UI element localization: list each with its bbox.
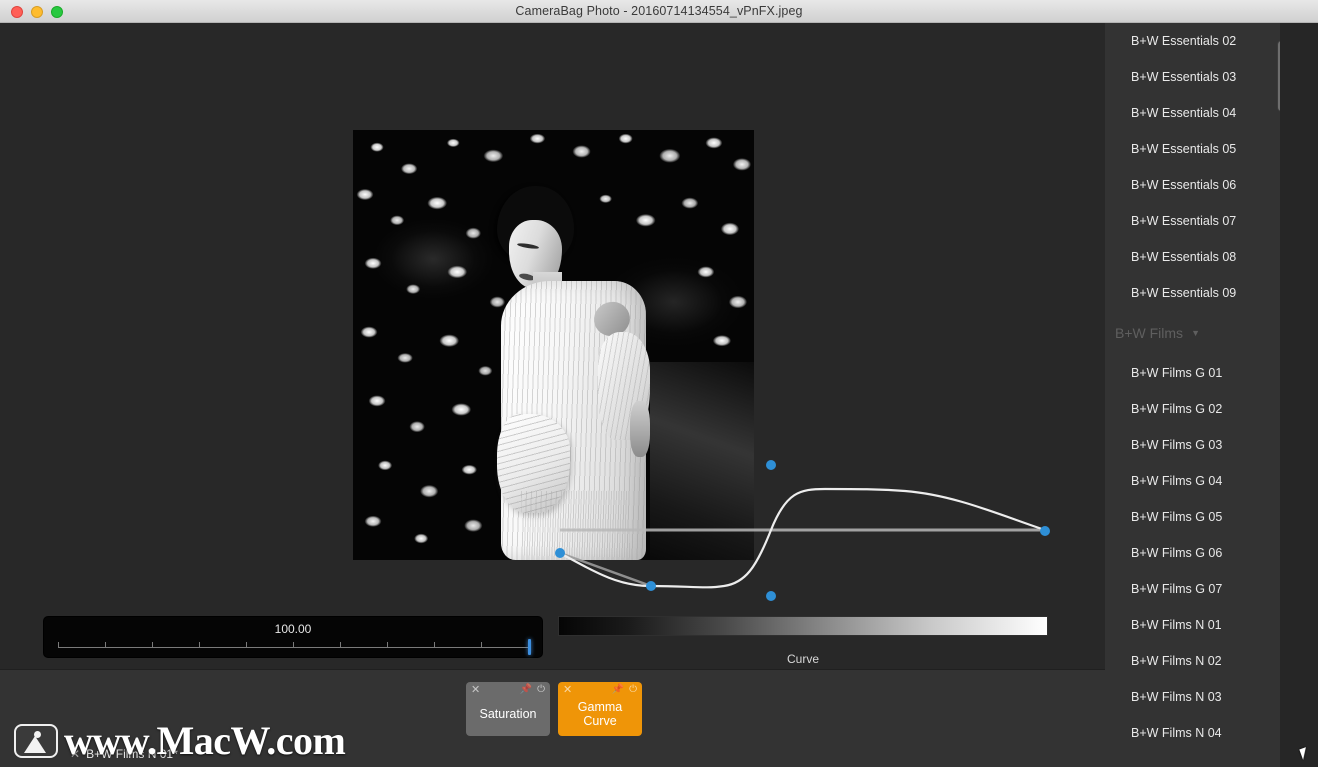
preset-list-item[interactable]: B+W Films G 04 — [1105, 463, 1280, 499]
curve-control-point[interactable] — [766, 591, 776, 601]
photo-image[interactable] — [353, 130, 754, 560]
slider-tick — [340, 642, 341, 648]
preset-list-item[interactable]: B+W Films N 02 — [1105, 643, 1280, 679]
window-title: CameraBag Photo - 20160714134554_vPnFX.j… — [515, 4, 803, 18]
power-icon[interactable]: ⏻ — [629, 685, 637, 695]
presets-panel[interactable]: B+W Essentials 02 B+W Essentials 03 B+W Es… — [1105, 23, 1280, 767]
filter-tile-icons: ✕ 📌 ⏻ — [558, 682, 642, 698]
photo-vignette — [353, 130, 754, 560]
amount-slider[interactable]: 100.00 — [43, 616, 543, 658]
curve-gradient-bar[interactable] — [558, 616, 1048, 636]
filter-bar: ✕ 📌 ⏻ Saturation ✕ 📌 ⏻ Gamma Curve ✕ B+W… — [0, 669, 1105, 767]
slider-tick — [481, 642, 482, 648]
preset-list-item[interactable]: B+W Films N 04 — [1105, 715, 1280, 751]
curve-control-group: Curve — [558, 616, 1048, 666]
slider-tick — [293, 642, 294, 648]
slider-tick — [246, 642, 247, 648]
pin-icon[interactable]: 📌 — [612, 685, 624, 695]
curve-control-point[interactable] — [1040, 526, 1050, 536]
filter-tile-icons: ✕ 📌 ⏻ — [466, 682, 550, 698]
slider-tick — [387, 642, 388, 648]
preset-list-item[interactable]: B+W Films G 03 — [1105, 427, 1280, 463]
preset-list-item[interactable]: B+W Films G 01 — [1105, 355, 1280, 391]
close-icon[interactable]: ✕ — [471, 684, 480, 696]
preset-list-item[interactable]: B+W Essentials 04 — [1105, 95, 1280, 131]
slider-tick — [58, 642, 59, 648]
preset-list-item[interactable]: B+W Films G 02 — [1105, 391, 1280, 427]
photo-canvas[interactable]: 100.00 Amount Curve — [0, 23, 1105, 669]
close-window-button[interactable] — [11, 5, 23, 18]
watermark-logo-icon — [14, 724, 58, 758]
filter-tile-label: Gamma Curve — [578, 700, 622, 728]
watermark: www.MacW.com — [14, 718, 346, 763]
minimize-window-button[interactable] — [31, 5, 43, 18]
preset-list-item[interactable]: B+W Essentials 09 — [1105, 275, 1280, 311]
curve-control-point[interactable] — [766, 460, 776, 470]
filter-tile-list: ✕ 📌 ⏻ Saturation ✕ 📌 ⏻ Gamma Curve — [466, 682, 642, 736]
filter-tile-label-line1: Gamma — [577, 700, 623, 714]
slider-tick — [152, 642, 153, 648]
slider-tick — [199, 642, 200, 648]
preset-list: B+W Essentials 02 B+W Essentials 03 B+W Es… — [1105, 23, 1280, 751]
preset-list-item[interactable]: B+W Films N 03 — [1105, 679, 1280, 715]
slider-tick — [434, 642, 435, 648]
amount-value: 100.00 — [274, 622, 312, 636]
preset-list-item[interactable]: B+W Essentials 08 — [1105, 239, 1280, 275]
preset-list-item[interactable]: B+W Essentials 07 — [1105, 203, 1280, 239]
preset-list-item[interactable]: B+W Essentials 06 — [1105, 167, 1280, 203]
filter-tile-label: Saturation — [479, 707, 537, 721]
slider-tick — [105, 642, 106, 648]
preset-list-item[interactable]: B+W Films G 07 — [1105, 571, 1280, 607]
panel-tab-rail: Adjustments Presets — [1280, 23, 1318, 767]
preset-list-item[interactable]: B+W Films G 05 — [1105, 499, 1280, 535]
filter-tile-label-line2: Curve — [583, 714, 617, 728]
curve-control-point[interactable] — [646, 581, 656, 591]
curve-label: Curve — [786, 652, 819, 666]
zoom-window-button[interactable] — [51, 5, 63, 18]
close-icon[interactable]: ✕ — [563, 684, 572, 696]
preset-list-item[interactable]: B+W Films N 01 — [1105, 607, 1280, 643]
preset-list-item[interactable]: B+W Films G 06 — [1105, 535, 1280, 571]
chevron-down-icon[interactable]: ▼ — [1191, 328, 1200, 338]
preset-list-item[interactable]: B+W Essentials 03 — [1105, 59, 1280, 95]
preset-group-label: B+W Films — [1115, 325, 1184, 341]
pin-icon[interactable]: 📌 — [520, 685, 532, 695]
traffic-light-group — [11, 0, 63, 23]
power-icon[interactable]: ⏻ — [537, 685, 545, 695]
preset-list-item[interactable]: B+W Essentials 05 — [1105, 131, 1280, 167]
preset-list-item[interactable]: B+W Essentials 02 — [1105, 23, 1280, 59]
amount-slider-handle[interactable] — [528, 639, 531, 655]
watermark-text: www.MacW.com — [64, 718, 346, 763]
window-title-bar: CameraBag Photo - 20160714134554_vPnFX.j… — [0, 0, 1318, 23]
control-strip: 100.00 Amount Curve — [0, 603, 1105, 669]
filter-tile-gamma-curve[interactable]: ✕ 📌 ⏻ Gamma Curve — [558, 682, 642, 736]
preset-group-header[interactable]: B+W Films ▼ — [1105, 311, 1280, 355]
amount-control-group: 100.00 Amount — [43, 616, 543, 669]
filter-tile-saturation[interactable]: ✕ 📌 ⏻ Saturation — [466, 682, 550, 736]
